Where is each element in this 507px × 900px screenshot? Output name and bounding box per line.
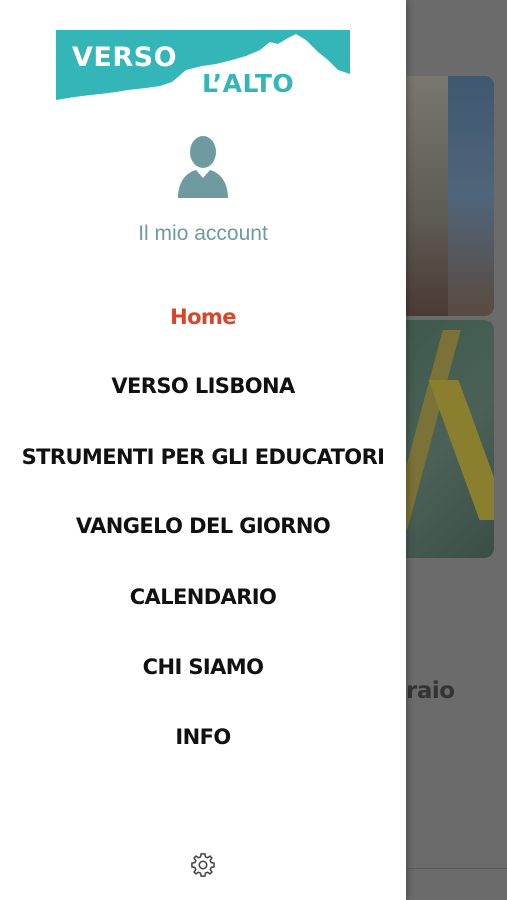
gear-icon[interactable] [189,851,217,879]
menu-item-verso-lisbona[interactable]: VERSO LISBONA [0,374,406,398]
menu-item-vangelo-del-giorno[interactable]: VANGELO DEL GIORNO [0,514,406,538]
menu-item-calendario[interactable]: CALENDARIO [0,585,406,609]
logo-text-alto: L’ALTO [202,69,295,98]
menu-item-home[interactable]: Home [0,305,406,329]
background-card-image [406,320,494,558]
user-avatar-icon[interactable] [174,134,232,198]
navigation-drawer: VERSO L’ALTO Il mio account Home VERSO L… [0,0,406,900]
background-divider [406,868,507,869]
menu-item-info[interactable]: INFO [0,725,406,749]
app-logo: VERSO L’ALTO [56,30,350,102]
background-card-image [406,76,494,316]
my-account-link[interactable]: Il mio account [0,222,406,246]
menu-item-chi-siamo[interactable]: CHI SIAMO [0,655,406,679]
background-caption: raio [406,678,455,704]
logo-text-verso: VERSO [72,42,178,73]
menu-item-strumenti-educatori[interactable]: STRUMENTI PER GLI EDUCATORI [0,445,406,469]
